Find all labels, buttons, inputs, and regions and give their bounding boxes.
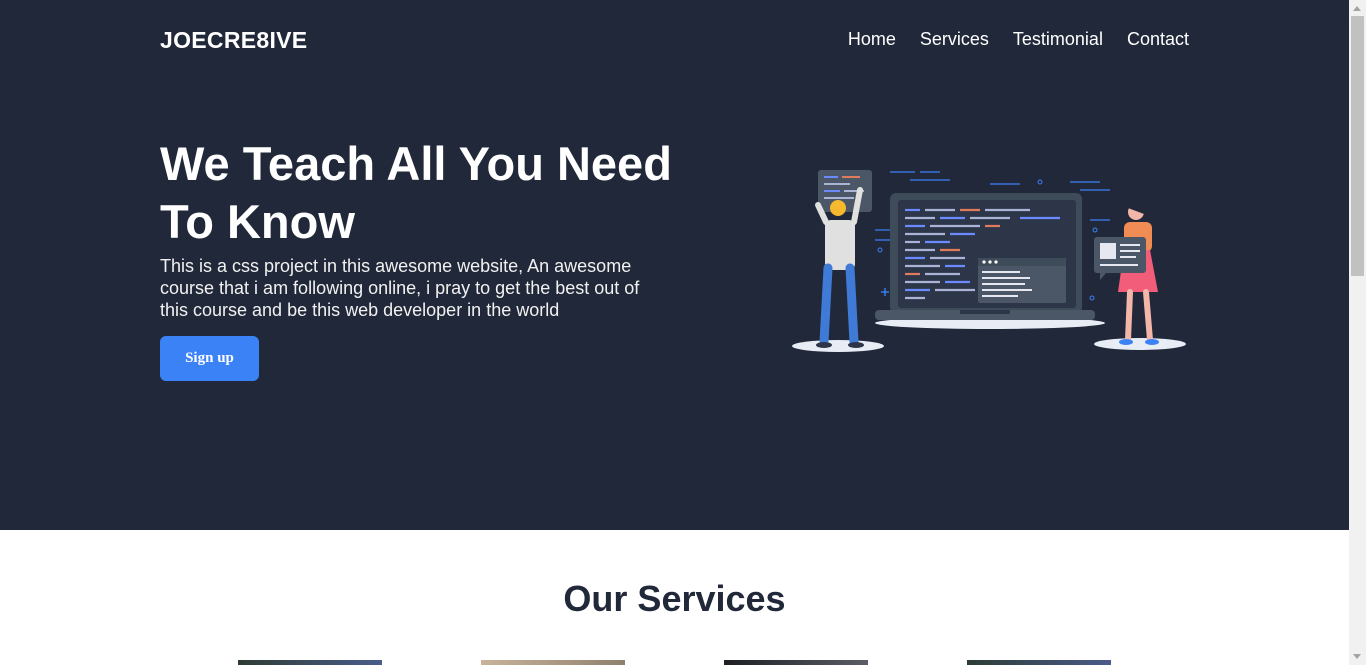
nav-link-testimonial[interactable]: Testimonial [1013,29,1103,50]
hero-title: We Teach All You Need To Know [160,135,720,251]
service-card-image [724,660,868,665]
hero-illustration [792,170,1186,352]
nav-link-services[interactable]: Services [920,29,989,50]
scroll-down-arrow-icon[interactable] [1353,654,1361,659]
hero-section: JOECRE8IVE Home Services Testimonial Con… [0,0,1349,530]
signup-button[interactable]: Sign up [160,336,259,381]
service-card-image [481,660,625,665]
site-logo[interactable]: JOECRE8IVE [160,27,307,54]
scroll-up-arrow-icon[interactable] [1353,6,1361,11]
scrollbar-thumb[interactable] [1351,16,1364,276]
hero-title-line2: To Know [160,195,355,248]
nav-link-home[interactable]: Home [848,29,896,50]
hero-description: This is a css project in this awesome we… [160,256,640,320]
service-card-image [238,660,382,665]
service-card-image [967,660,1111,665]
services-title: Our Services [563,578,786,619]
main-nav: Home Services Testimonial Contact [848,29,1189,50]
nav-link-contact[interactable]: Contact [1127,29,1189,50]
hero-title-line1: We Teach All You Need [160,137,672,190]
